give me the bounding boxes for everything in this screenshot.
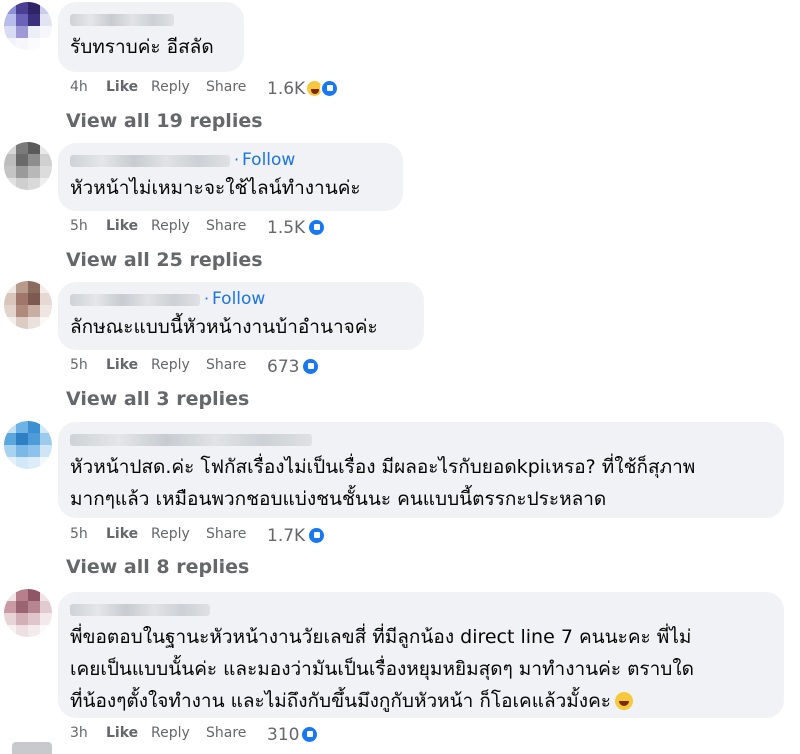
comment-author[interactable] (70, 599, 772, 621)
comment-text-line-3-text: ที่น้องๆตั้งใจทำงาน และไม่ถึงกับขึ้นมึงก… (70, 690, 611, 712)
timestamp[interactable]: 3h (70, 725, 88, 741)
comment-text-line-2: เคยเป็นแบบนั้นค่ะ และมองว่ามันเป็นเรื่อง… (70, 658, 694, 680)
comment-bubble: พี่ขอตอบในฐานะหัวหน้างานวัยเลขสี่ ที่มีล… (58, 592, 784, 718)
avatar[interactable] (4, 281, 52, 329)
like-icon (320, 79, 339, 98)
blurred-author-name (70, 294, 200, 306)
share-button[interactable]: Share (206, 526, 246, 542)
blurred-author-name (70, 434, 312, 446)
reply-button[interactable]: Reply (151, 79, 190, 95)
follow-button[interactable]: Follow (242, 150, 295, 170)
like-button[interactable]: Like (106, 79, 138, 95)
comment-text: รับทราบค่ะ อีสลัด (70, 36, 214, 58)
view-replies-link[interactable]: View all 19 replies (66, 110, 263, 132)
avatar[interactable] (4, 589, 52, 637)
like-icon (300, 725, 319, 744)
view-replies-link[interactable]: View all 3 replies (66, 388, 249, 410)
avatar[interactable] (4, 421, 52, 469)
blurred-author-name (70, 14, 174, 26)
timestamp[interactable]: 5h (70, 218, 88, 234)
like-icon (307, 218, 326, 237)
view-replies-link[interactable]: View all 25 replies (66, 249, 263, 271)
avatar[interactable] (4, 2, 52, 50)
reaction-count[interactable]: 1.7K (267, 526, 305, 546)
share-button[interactable]: Share (206, 357, 246, 373)
next-comment-avatar-partial (12, 742, 52, 754)
reply-button[interactable]: Reply (151, 526, 190, 542)
comment-text-line-1: พี่ขอตอบในฐานะหัวหน้างานวัยเลขสี่ ที่มีล… (70, 626, 692, 648)
avatar[interactable] (4, 142, 52, 190)
reply-button[interactable]: Reply (151, 725, 190, 741)
comment-text: ลักษณะแบบนี้หัวหน้างานบ้าอำนาจค่ะ (70, 316, 378, 338)
comment-bubble: · Follow หัวหน้าไม่เหมาะจะใช้ไลน์ทำงานค่… (58, 143, 403, 211)
reply-button[interactable]: Reply (151, 218, 190, 234)
comment-bubble: หัวหน้าปสด.ค่ะ โฟกัสเรื่องไม่เป็นเรื่อง … (58, 422, 784, 518)
like-button[interactable]: Like (106, 725, 138, 741)
share-button[interactable]: Share (206, 79, 246, 95)
blurred-author-name (70, 604, 210, 616)
like-button[interactable]: Like (106, 357, 138, 373)
reaction-count[interactable]: 310 (267, 725, 299, 745)
blurred-author-name (70, 155, 230, 167)
comment-author[interactable] (70, 9, 232, 31)
comment-text-line-3: ที่น้องๆตั้งใจทำงาน และไม่ถึงกับขึ้นมึงก… (70, 685, 772, 717)
comment-author[interactable] (70, 429, 772, 451)
reaction-count[interactable]: 673 (267, 357, 299, 377)
comment-author[interactable]: · Follow (70, 289, 412, 311)
share-button[interactable]: Share (206, 218, 246, 234)
follow-button[interactable]: Follow (212, 289, 265, 309)
comment-author[interactable]: · Follow (70, 150, 391, 172)
laughing-tears-emoji-icon (614, 692, 633, 710)
separator-dot: · (204, 289, 210, 308)
view-replies-link[interactable]: View all 8 replies (66, 556, 249, 578)
comment-text-line-2: มากๆแล้ว เหมือนพวกชอบแบ่งชนชั้นนะ คนแบบน… (70, 488, 607, 510)
like-button[interactable]: Like (106, 218, 138, 234)
reply-button[interactable]: Reply (151, 357, 190, 373)
comment-bubble: รับทราบค่ะ อีสลัด (58, 2, 244, 72)
comment-bubble: · Follow ลักษณะแบบนี้หัวหน้างานบ้าอำนาจค… (58, 282, 424, 350)
like-icon (307, 526, 326, 545)
timestamp[interactable]: 5h (70, 526, 88, 542)
reaction-count[interactable]: 1.5K (267, 218, 305, 238)
like-icon (301, 357, 320, 376)
timestamp[interactable]: 5h (70, 357, 88, 373)
separator-dot: · (234, 150, 240, 169)
comment-text-line-1: หัวหน้าปสด.ค่ะ โฟกัสเรื่องไม่เป็นเรื่อง … (70, 456, 696, 478)
reaction-count[interactable]: 1.6K (267, 79, 305, 99)
timestamp[interactable]: 4h (70, 79, 88, 95)
like-button[interactable]: Like (106, 526, 138, 542)
share-button[interactable]: Share (206, 725, 246, 741)
comment-text: หัวหน้าไม่เหมาะจะใช้ไลน์ทำงานค่ะ (70, 177, 361, 199)
